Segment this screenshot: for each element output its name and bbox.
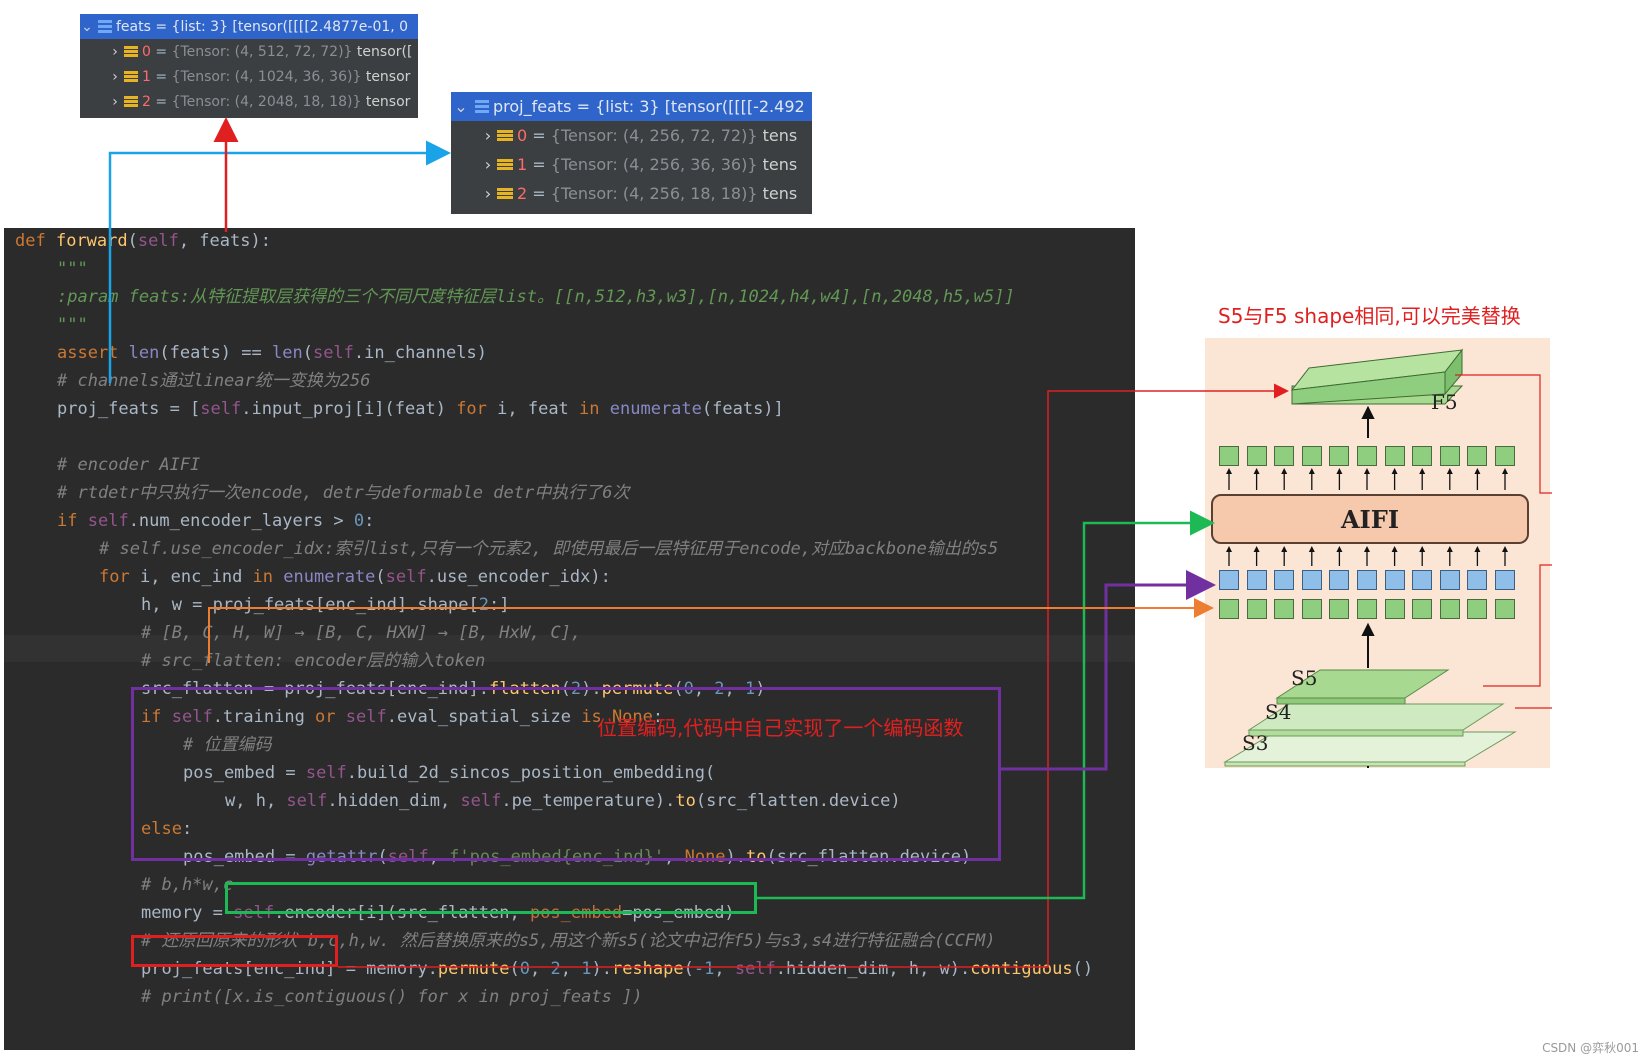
- diagram-red-right-line: [1455, 374, 1552, 494]
- blue-connector: [108, 140, 451, 383]
- connector-overlay: [108, 117, 1552, 968]
- green-connector: [757, 510, 1215, 900]
- purple-connector: [1001, 570, 1216, 771]
- orange-connector: [208, 598, 1214, 663]
- diagram-red-right-line-2: [1483, 564, 1552, 687]
- red-connector-f5: [338, 383, 1289, 968]
- watermark: CSDN @弈秋001: [1542, 1041, 1639, 1055]
